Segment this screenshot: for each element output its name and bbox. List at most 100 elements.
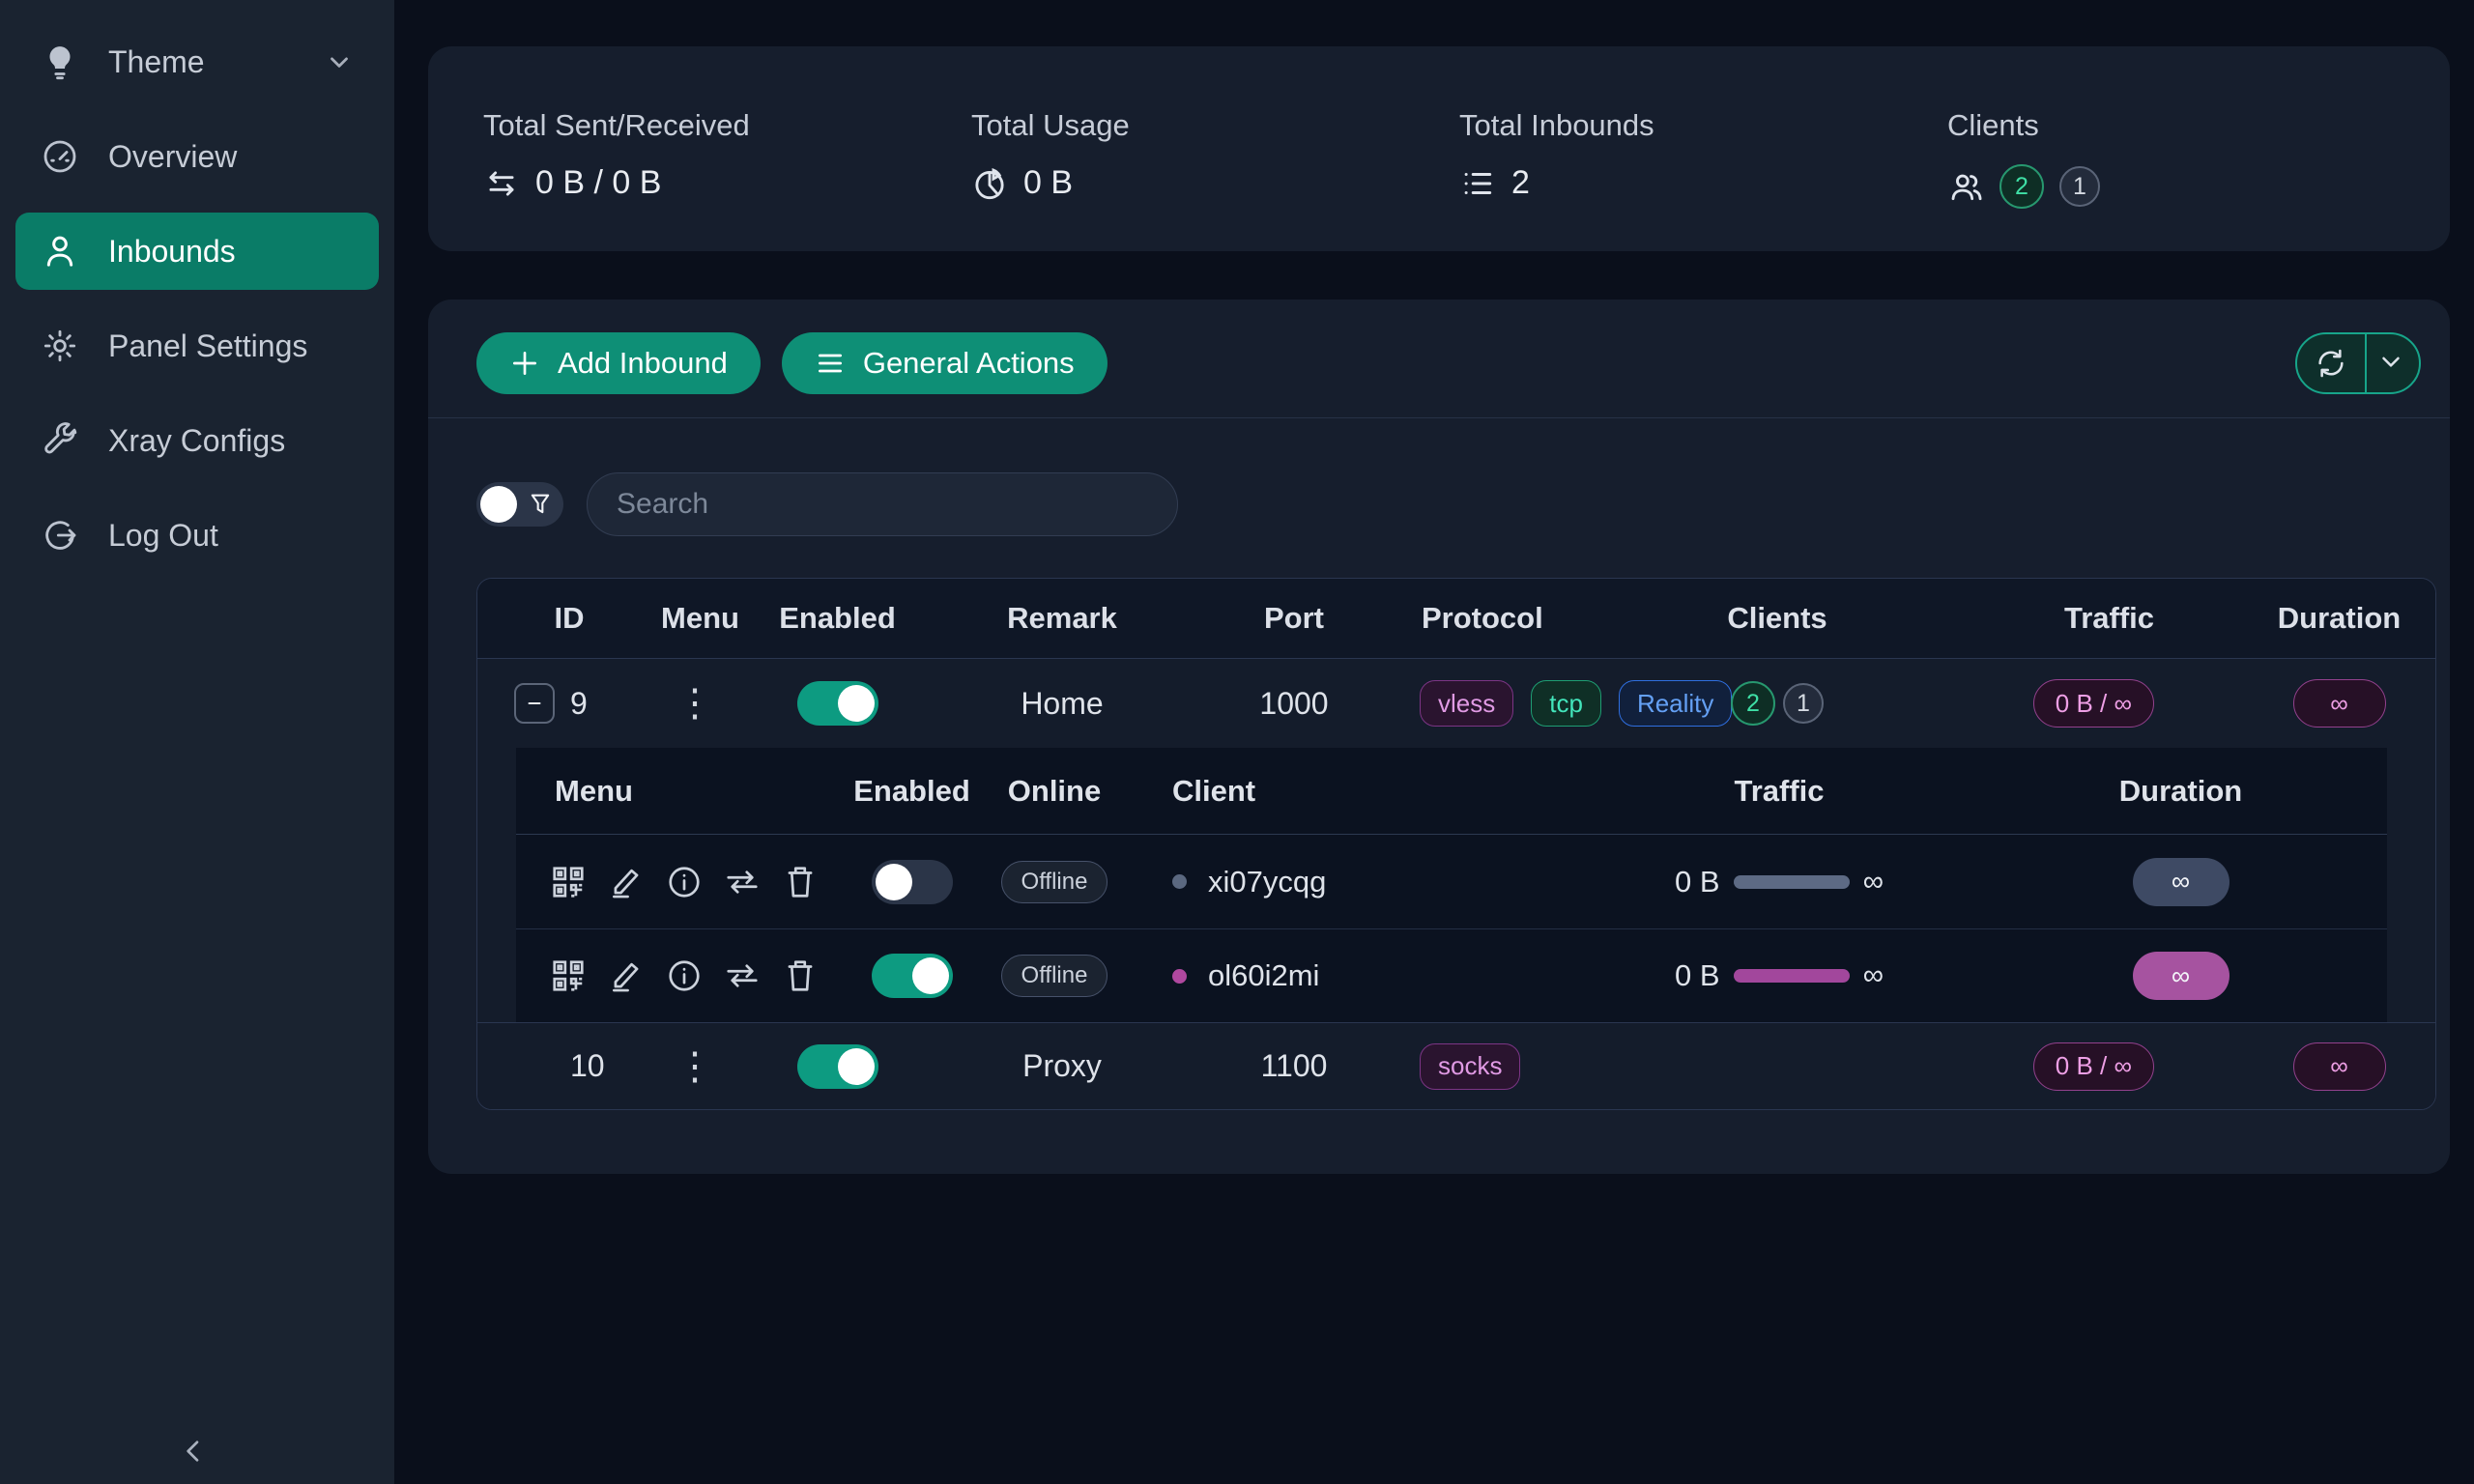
sidebar-item-xray-configs[interactable]: Xray Configs [15, 402, 379, 479]
sidebar: Theme Overview Inbounds Panel Settings [0, 0, 394, 1484]
sidebar-collapse-button[interactable] [166, 1424, 220, 1478]
info-button[interactable] [666, 864, 703, 900]
traffic-used: 0 B [1675, 958, 1720, 993]
edit-button[interactable] [608, 957, 645, 994]
traffic-badge: 0 B / ∞ [2033, 679, 2154, 728]
delete-button[interactable] [782, 957, 819, 994]
col-header-protocol: Protocol [1410, 601, 1700, 636]
general-actions-button[interactable]: General Actions [782, 332, 1108, 394]
filter-toggle[interactable] [476, 482, 563, 527]
toggle-knob [480, 486, 517, 523]
inbound-remark: Home [946, 686, 1178, 722]
col-header-duration: Duration [1972, 774, 2389, 809]
list-icon [1459, 165, 1496, 202]
refresh-icon [2315, 347, 2347, 380]
duration-badge: ∞ [2133, 858, 2229, 906]
inbounds-card: Add Inbound General Actions [428, 300, 2450, 1174]
toggle-knob [838, 1048, 875, 1085]
online-status-badge: Offline [1001, 861, 1108, 903]
stat-value: 0 B / 0 B [535, 164, 661, 202]
delete-button[interactable] [782, 864, 819, 900]
clients-active-badge: 2 [1731, 681, 1775, 726]
toggle-knob [838, 685, 875, 722]
person-icon [41, 232, 79, 271]
row-menu-button[interactable]: ⋮ [661, 684, 729, 723]
filter-row [428, 418, 2450, 536]
hamburger-icon [815, 348, 846, 379]
theme-selector[interactable]: Theme [15, 23, 379, 100]
col-header-clients: Clients [1700, 601, 1855, 636]
traffic-limit: ∞ [1863, 866, 1884, 899]
stat-sent-received: Total Sent/Received 0 B / 0 B [483, 108, 971, 251]
traffic-progress-bar [1734, 969, 1850, 983]
table-header: ID Menu Enabled Remark Port Protocol Cli… [477, 579, 2435, 659]
theme-label: Theme [108, 44, 205, 80]
gear-icon [41, 327, 79, 365]
col-header-enabled: Enabled [851, 774, 972, 809]
client-status-dot [1172, 874, 1187, 889]
client-row: Offline xi07ycqg 0 B ∞ ∞ [516, 835, 2387, 928]
sidebar-item-label: Log Out [108, 518, 218, 554]
col-header-online: Online [972, 774, 1136, 809]
funnel-icon [527, 491, 554, 518]
collapse-row-button[interactable] [514, 683, 555, 724]
col-header-remark: Remark [946, 601, 1178, 636]
pie-chart-icon [971, 165, 1008, 202]
refresh-split-button [2295, 332, 2421, 394]
sidebar-item-label: Xray Configs [108, 423, 285, 459]
search-input[interactable] [587, 472, 1178, 536]
duration-badge: ∞ [2133, 952, 2229, 1000]
reset-traffic-button[interactable] [724, 864, 761, 900]
client-enabled-toggle[interactable] [872, 860, 953, 904]
main-content: Total Sent/Received 0 B / 0 B Total Usag… [394, 0, 2450, 1484]
transport-badge: tcp [1531, 680, 1601, 727]
table-row: 10 ⋮ Proxy 1100 socks 0 B / ∞ ∞ [477, 1022, 2435, 1109]
traffic-limit: ∞ [1863, 959, 1884, 992]
sidebar-item-logout[interactable]: Log Out [15, 497, 379, 574]
refresh-button[interactable] [2297, 334, 2365, 392]
reset-traffic-button[interactable] [724, 957, 761, 994]
client-status-dot [1172, 969, 1187, 984]
col-header-traffic: Traffic [1586, 774, 1972, 809]
traffic-badge: 0 B / ∞ [2033, 1042, 2154, 1091]
plus-icon [509, 348, 540, 379]
sidebar-item-overview[interactable]: Overview [15, 118, 379, 195]
qr-code-button[interactable] [550, 864, 587, 900]
wrench-icon [41, 421, 79, 460]
sidebar-item-panel-settings[interactable]: Panel Settings [15, 307, 379, 385]
inbound-enabled-toggle[interactable] [797, 681, 878, 726]
col-header-client: Client [1136, 774, 1586, 809]
gauge-icon [41, 137, 79, 176]
toggle-knob [876, 864, 912, 900]
refresh-options-button[interactable] [2365, 334, 2419, 392]
stat-label: Total Sent/Received [483, 108, 971, 143]
subtable-header: Menu Enabled Online Client Traffic Durat… [516, 748, 2387, 835]
stat-value: 0 B [1023, 164, 1073, 202]
protocol-badge: socks [1420, 1043, 1520, 1090]
toolbar: Add Inbound General Actions [428, 300, 2450, 418]
sidebar-item-inbounds[interactable]: Inbounds [15, 213, 379, 290]
clients-inactive-badge: 1 [1783, 683, 1824, 724]
table-row: 9 ⋮ Home 1000 vless tcp Reality 2 1 [477, 659, 2435, 748]
info-button[interactable] [666, 957, 703, 994]
clients-active-badge: 2 [1999, 164, 2044, 209]
col-header-menu: Menu [661, 601, 729, 636]
duration-badge: ∞ [2293, 1042, 2386, 1091]
stat-label: Total Inbounds [1459, 108, 1947, 143]
add-inbound-button[interactable]: Add Inbound [476, 332, 761, 394]
edit-button[interactable] [608, 864, 645, 900]
stat-clients: Clients 2 1 [1947, 108, 2435, 251]
stat-usage: Total Usage 0 B [971, 108, 1459, 251]
row-menu-button[interactable]: ⋮ [661, 1047, 729, 1086]
inbound-enabled-toggle[interactable] [797, 1044, 878, 1089]
qr-code-button[interactable] [550, 957, 587, 994]
inbound-id: 10 [570, 1048, 605, 1084]
client-name: ol60i2mi [1208, 958, 1319, 993]
people-icon [1947, 168, 1984, 205]
sidebar-item-label: Panel Settings [108, 328, 307, 364]
col-header-duration: Duration [2241, 601, 2436, 636]
inbounds-table: ID Menu Enabled Remark Port Protocol Cli… [476, 578, 2436, 1110]
logout-icon [41, 516, 79, 555]
client-enabled-toggle[interactable] [872, 954, 953, 998]
col-header-port: Port [1178, 601, 1410, 636]
